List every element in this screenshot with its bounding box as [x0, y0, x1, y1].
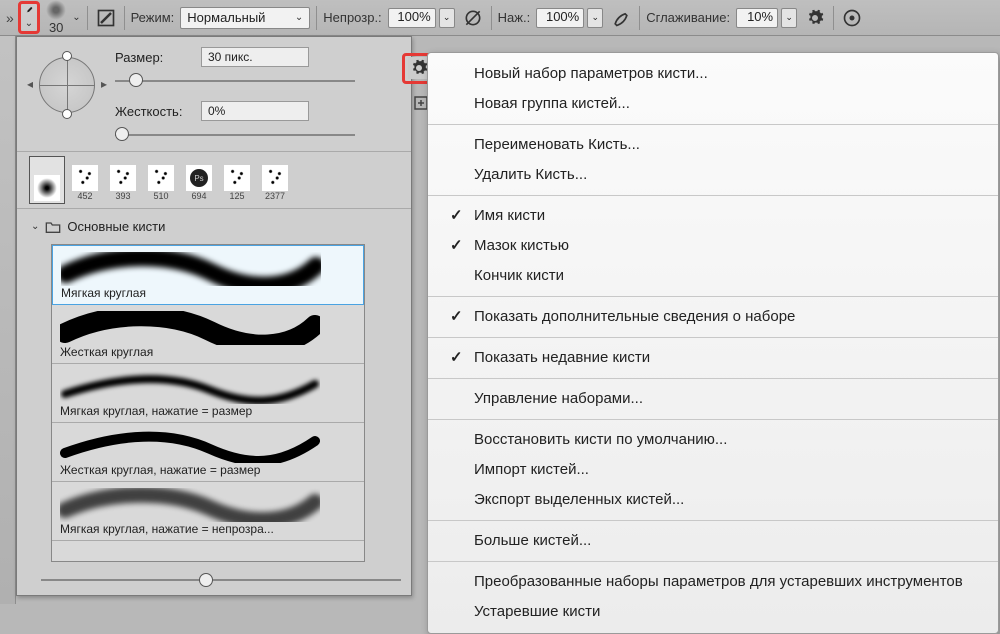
menu-item[interactable]: Переименовать Кисть...	[428, 130, 998, 160]
recent-brush[interactable]: 393	[105, 156, 141, 204]
size-slider[interactable]	[115, 71, 355, 91]
menu-item[interactable]: Управление наборами...	[428, 384, 998, 414]
divider	[124, 6, 125, 30]
menu-item[interactable]: Восстановить кисти по умолчанию...	[428, 425, 998, 455]
pressure-size-icon[interactable]	[840, 6, 864, 30]
size-label: Размер:	[115, 50, 191, 65]
folder-icon	[45, 220, 61, 234]
size-input[interactable]: 30 пикс.	[201, 47, 309, 67]
brush-settings-toggle[interactable]	[94, 6, 118, 30]
brush-group-header[interactable]: ⌄ Основные кисти	[31, 215, 411, 238]
menu-item[interactable]: Экспорт выделенных кистей...	[428, 485, 998, 515]
menu-separator	[428, 337, 998, 338]
brush-item[interactable]: Жесткая круглая, нажатие = размер	[52, 423, 364, 482]
hardness-slider[interactable]	[115, 125, 355, 145]
menu-item[interactable]: Кончик кисти	[428, 261, 998, 291]
group-name: Основные кисти	[67, 219, 165, 234]
recent-brush[interactable]: Ps 694	[181, 156, 217, 204]
brush-name: Жесткая круглая	[60, 345, 356, 359]
recent-brush[interactable]: 125	[219, 156, 255, 204]
chevron-down-icon: ⌄	[295, 12, 303, 23]
menu-item[interactable]: Преобразованные наборы параметров для ус…	[428, 567, 998, 597]
mode-label: Режим:	[131, 10, 175, 25]
smoothing-stepper[interactable]: ⌄	[781, 8, 797, 28]
menu-item[interactable]: Показать дополнительные сведения о набор…	[428, 302, 998, 332]
brush-preset-panel: ◂ ▸ Размер: 30 пикс. Жесткость: 0%	[16, 36, 412, 596]
smoothing-label: Сглаживание:	[646, 10, 730, 25]
recent-brush[interactable]	[29, 156, 65, 204]
divider	[87, 6, 88, 30]
opacity-input[interactable]: 100%	[388, 8, 436, 28]
divider	[491, 6, 492, 30]
recent-brush[interactable]: 452	[67, 156, 103, 204]
smoothing-options-icon[interactable]	[803, 6, 827, 30]
menu-item[interactable]: Показать недавние кисти	[428, 343, 998, 373]
menu-item[interactable]: Импорт кистей...	[428, 455, 998, 485]
recent-brush[interactable]: 2377	[257, 156, 293, 204]
menu-separator	[428, 520, 998, 521]
brush-name: Мягкая круглая	[61, 286, 355, 300]
blend-mode-value: Нормальный	[187, 10, 265, 25]
menu-separator	[428, 419, 998, 420]
hardness-label: Жесткость:	[115, 104, 191, 119]
menu-item[interactable]: Новая группа кистей...	[428, 89, 998, 119]
airbrush-icon[interactable]	[609, 6, 633, 30]
menu-item[interactable]: Новый набор параметров кисти...	[428, 59, 998, 89]
opacity-stepper[interactable]: ⌄	[439, 8, 455, 28]
brush-name: Мягкая круглая, нажатие = размер	[60, 404, 356, 418]
brush-preview-dot	[46, 0, 66, 20]
divider	[639, 6, 640, 30]
hardness-input[interactable]: 0%	[201, 101, 309, 121]
brush-item[interactable]: Мягкая круглая, нажатие = непрозра...	[52, 482, 364, 541]
flow-input[interactable]: 100%	[536, 8, 584, 28]
brush-item[interactable]: Жесткая круглая	[52, 305, 364, 364]
opacity-label: Непрозр.:	[323, 10, 381, 25]
menu-item[interactable]: Больше кистей...	[428, 526, 998, 556]
menu-separator	[428, 561, 998, 562]
brush-item[interactable]: Мягкая круглая, нажатие = размер	[52, 364, 364, 423]
brush-name: Мягкая круглая, нажатие = непрозра...	[60, 522, 356, 536]
recent-brushes-strip: 452 393 510 Ps 694 125 2377	[17, 151, 411, 209]
tool-dropdown-chevron[interactable]: ⌄	[25, 18, 33, 29]
brush-preset-chevron[interactable]: ⌄	[72, 12, 80, 23]
brush-size-number: 30	[49, 20, 63, 35]
menu-item[interactable]: Устаревшие кисти	[428, 597, 998, 627]
smoothing-input[interactable]: 10%	[736, 8, 778, 28]
blend-mode-dropdown[interactable]: Нормальный ⌄	[180, 7, 310, 29]
expand-tools-chevron[interactable]: »	[4, 10, 12, 26]
panel-scrollbar[interactable]	[41, 573, 401, 587]
brush-preview-slot[interactable]: 30	[46, 0, 66, 35]
brush-item[interactable]: Мягкая круглая	[52, 245, 364, 305]
current-tool-highlight: ⌄	[18, 1, 40, 34]
options-bar: » ⌄ 30 ⌄ Режим: Нормальный ⌄ Непрозр.: 1…	[0, 0, 1000, 36]
brush-panel-context-menu: Новый набор параметров кисти...Новая гру…	[427, 52, 999, 634]
brush-name: Жесткая круглая, нажатие = размер	[60, 463, 356, 477]
menu-separator	[428, 296, 998, 297]
pressure-opacity-icon[interactable]	[461, 6, 485, 30]
flow-label: Наж.:	[498, 10, 531, 25]
brush-list: Мягкая круглая Жесткая круглая Мягкая кр…	[51, 244, 365, 562]
menu-separator	[428, 124, 998, 125]
menu-item[interactable]: Мазок кистью	[428, 231, 998, 261]
recent-brush[interactable]: 510	[143, 156, 179, 204]
flow-stepper[interactable]: ⌄	[587, 8, 603, 28]
brush-tool-icon[interactable]	[25, 6, 33, 14]
divider	[833, 6, 834, 30]
menu-item[interactable]: Удалить Кисть...	[428, 160, 998, 190]
left-rail	[0, 36, 16, 604]
menu-separator	[428, 195, 998, 196]
chevron-down-icon: ⌄	[31, 221, 39, 232]
brush-angle-control[interactable]: ◂ ▸	[29, 47, 105, 123]
divider	[316, 6, 317, 30]
menu-item[interactable]: Имя кисти	[428, 201, 998, 231]
menu-separator	[428, 378, 998, 379]
